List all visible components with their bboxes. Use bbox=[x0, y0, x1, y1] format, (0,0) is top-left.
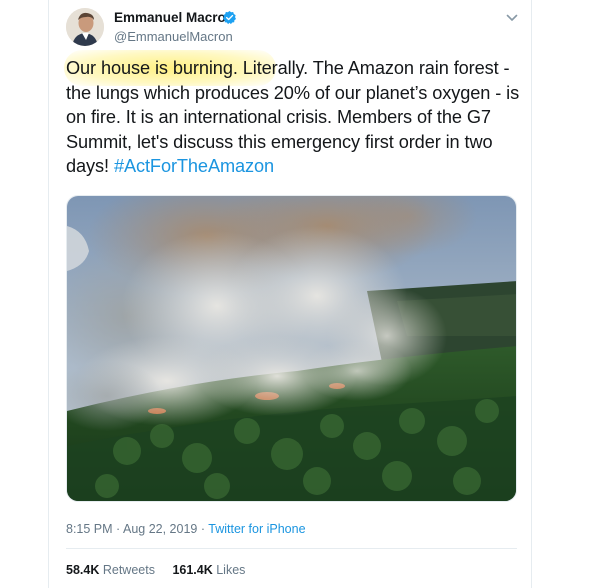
tweet-metadata: 8:15 PM · Aug 22, 2019 · Twitter for iPh… bbox=[66, 522, 306, 536]
tweet-photo[interactable] bbox=[66, 195, 517, 502]
avatar[interactable] bbox=[66, 8, 104, 46]
likes-label: Likes bbox=[216, 563, 246, 577]
divider bbox=[66, 548, 517, 549]
author-name[interactable]: Emmanuel Macron bbox=[114, 10, 234, 25]
hashtag-link[interactable]: #ActForTheAmazon bbox=[114, 156, 274, 176]
meta-separator: · bbox=[112, 522, 123, 536]
chevron-down-icon[interactable] bbox=[506, 13, 518, 23]
tweet-text: Our house is burning. Literally. The Ama… bbox=[66, 56, 524, 179]
likes-stat[interactable]: 161.4K Likes bbox=[172, 563, 245, 577]
retweets-count: 58.4K bbox=[66, 563, 100, 577]
tweet-time[interactable]: 8:15 PM bbox=[66, 522, 113, 536]
retweets-stat[interactable]: 58.4K Retweets bbox=[66, 563, 155, 577]
verified-badge-icon bbox=[223, 10, 236, 25]
likes-count: 161.4K bbox=[172, 563, 213, 577]
tweet-source-link[interactable]: Twitter for iPhone bbox=[208, 522, 305, 536]
tweet-stats: 58.4K Retweets 161.4K Likes bbox=[66, 563, 259, 577]
retweets-label: Retweets bbox=[102, 563, 155, 577]
tweet-date[interactable]: Aug 22, 2019 bbox=[123, 522, 197, 536]
author-handle[interactable]: @EmmanuelMacron bbox=[114, 29, 233, 44]
highlighted-text: Our house is burning. Liter bbox=[66, 58, 278, 78]
amazon-fire-photo bbox=[67, 196, 516, 501]
meta-separator: · bbox=[197, 522, 209, 536]
